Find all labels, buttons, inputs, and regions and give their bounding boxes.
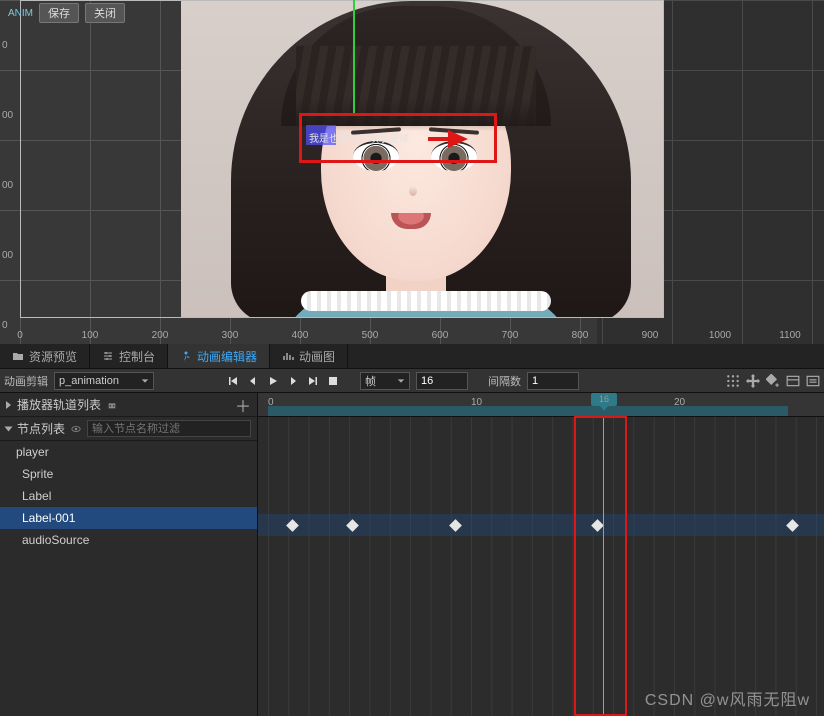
folder-icon (12, 350, 24, 362)
node-filter-input[interactable] (87, 420, 251, 437)
node-item-player[interactable]: player (0, 441, 257, 463)
first-frame-button[interactable] (226, 374, 240, 388)
timeline-panel: 16 0 10 20 (258, 393, 824, 716)
timeline-tick: 0 (268, 397, 274, 408)
chevron-down-icon (5, 426, 13, 431)
run-icon (180, 350, 192, 362)
timeline-row-audiosource[interactable] (258, 536, 824, 558)
clip-select[interactable]: p_animation (54, 372, 154, 390)
last-frame-button[interactable] (306, 374, 320, 388)
close-button[interactable]: 关闭 (85, 3, 125, 23)
panel-tabs: 资源预览控制台动画编辑器动画图 (0, 344, 824, 369)
scene-viewport[interactable]: 我是也字工厂映示星球 ANIM 保存 关闭 00000000 010020030… (0, 0, 824, 344)
list-icon[interactable] (806, 374, 820, 388)
next-frame-button[interactable] (286, 374, 300, 388)
nodes-header[interactable]: 节点列表 (0, 417, 257, 441)
eye-icon[interactable] (71, 424, 81, 434)
tab-资源预览[interactable]: 资源预览 (0, 344, 90, 368)
keyframe[interactable] (286, 519, 299, 532)
tab-动画编辑器[interactable]: 动画编辑器 (168, 344, 270, 368)
unit-select[interactable]: 帧 (360, 372, 410, 390)
keyframe[interactable] (786, 519, 799, 532)
viewport-playhead (353, 0, 355, 115)
spacing-input[interactable] (527, 372, 579, 390)
event-icon[interactable] (786, 374, 800, 388)
sliders-icon (102, 350, 114, 362)
hierarchy-panel: 播放器轨道列表 ＋ 节点列表 playerSpriteLabelLabel-00… (0, 393, 258, 716)
tracks-header-label: 播放器轨道列表 (17, 396, 101, 413)
ruler-horizontal: 0100200300400500600700800900100011001200… (0, 327, 824, 341)
ruler-vertical: 00000000 (0, 0, 20, 344)
viewport-toolbar: ANIM 保存 关闭 (6, 3, 125, 23)
timeline-tick: 10 (471, 397, 482, 408)
timeline-row-label-001[interactable] (258, 514, 824, 536)
prev-frame-button[interactable] (246, 374, 260, 388)
timeline-row-player[interactable] (258, 448, 824, 470)
annotation-box-timeline (574, 416, 627, 716)
node-item-Sprite[interactable]: Sprite (0, 463, 257, 485)
save-button[interactable]: 保存 (39, 3, 79, 23)
nodes-header-label: 节点列表 (17, 420, 65, 437)
chevron-right-icon (6, 401, 11, 409)
anim-tag: ANIM (6, 8, 33, 19)
add-track-button[interactable]: ＋ (235, 393, 251, 417)
tab-控制台[interactable]: 控制台 (90, 344, 168, 368)
move-icon[interactable] (746, 374, 760, 388)
frame-input[interactable] (416, 372, 468, 390)
timeline-tick: 20 (674, 397, 685, 408)
timeline-ruler[interactable]: 16 0 10 20 (258, 393, 824, 417)
timeline-scrubber[interactable]: 16 (591, 393, 617, 406)
node-item-Label-001[interactable]: Label-001 (0, 507, 257, 529)
tracks-header[interactable]: 播放器轨道列表 ＋ (0, 393, 257, 417)
timeline-body[interactable] (258, 417, 824, 716)
chart-icon (282, 350, 294, 362)
animation-control-bar: 动画剪辑 p_animation 帧 间隔数 (0, 369, 824, 393)
robot-icon (107, 400, 117, 410)
grid-icon[interactable] (726, 374, 740, 388)
timeline-row-label[interactable] (258, 492, 824, 514)
clip-label: 动画剪辑 (4, 373, 48, 389)
node-item-Label[interactable]: Label (0, 485, 257, 507)
spacing-label: 间隔数 (488, 373, 521, 389)
node-item-audioSource[interactable]: audioSource (0, 529, 257, 551)
timeline-play-range (268, 406, 788, 416)
timeline-row-sprite[interactable] (258, 470, 824, 492)
play-button[interactable] (266, 374, 280, 388)
annotation-arrow (448, 130, 468, 148)
keyframe[interactable] (346, 519, 359, 532)
add-key-icon[interactable] (766, 374, 780, 388)
node-list: playerSpriteLabelLabel-001audioSource (0, 441, 257, 551)
tab-动画图[interactable]: 动画图 (270, 344, 348, 368)
keyframe[interactable] (449, 519, 462, 532)
stop-button[interactable] (326, 374, 340, 388)
